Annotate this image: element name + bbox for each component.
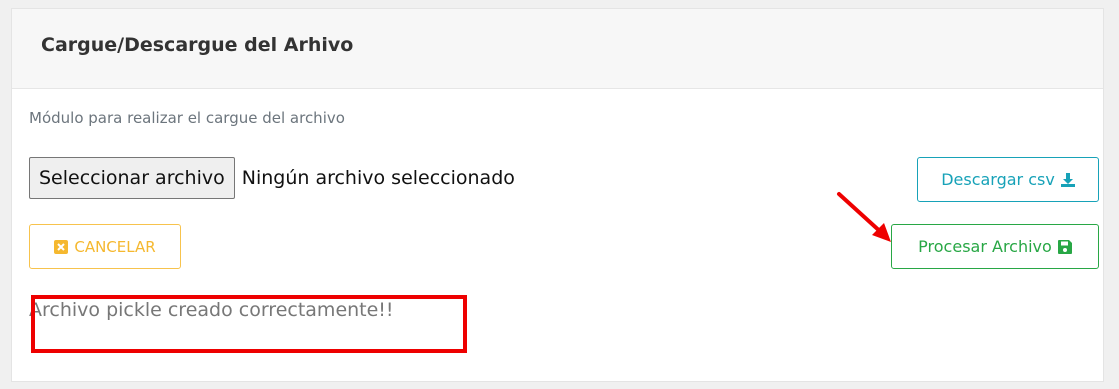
download-csv-label: Descargar csv [941, 170, 1055, 189]
panel-header: Cargue/Descargue del Arhivo [12, 9, 1103, 89]
panel-subtitle: Módulo para realizar el cargue del archi… [29, 109, 345, 127]
panel-title: Cargue/Descargue del Arhivo [41, 34, 354, 56]
download-icon [1060, 172, 1075, 187]
file-input[interactable]: Seleccionar archivo Ningún archivo selec… [29, 157, 515, 199]
close-square-icon [54, 239, 69, 254]
highlight-annotation [31, 295, 467, 353]
select-file-button[interactable]: Seleccionar archivo [29, 157, 235, 199]
cancel-label: CANCELAR [74, 237, 156, 256]
process-file-label: Procesar Archivo [918, 237, 1052, 256]
download-csv-button[interactable]: Descargar csv [917, 157, 1099, 202]
cancel-button[interactable]: CANCELAR [29, 224, 181, 269]
file-status: Ningún archivo seleccionado [241, 167, 515, 189]
arrow-icon [837, 192, 891, 242]
process-file-button[interactable]: Procesar Archivo [891, 224, 1099, 269]
save-icon [1057, 239, 1072, 254]
